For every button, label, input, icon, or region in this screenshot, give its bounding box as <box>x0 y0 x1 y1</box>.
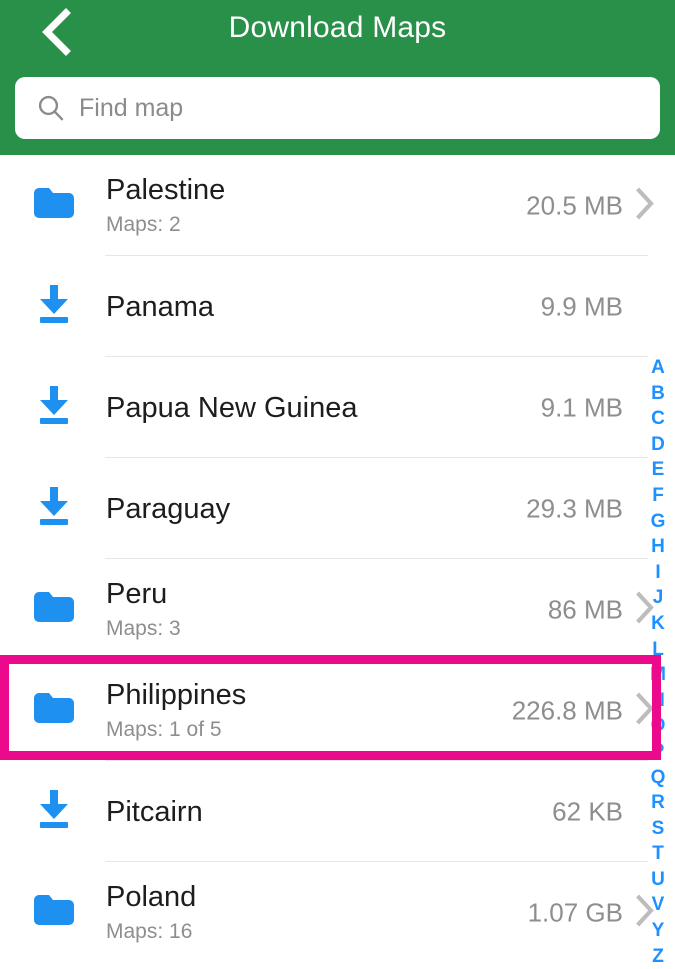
list-item[interactable]: Palestine Maps: 2 20.5 MB <box>0 155 675 256</box>
download-icon[interactable] <box>33 282 75 331</box>
list-item[interactable]: Papua New Guinea 9.1 MB <box>0 357 675 458</box>
list-item-title: Paraguay <box>106 492 231 525</box>
header-bar: Download Maps <box>0 0 675 62</box>
alphabet-index-letter[interactable]: N <box>643 688 673 714</box>
alphabet-index-letter[interactable]: U <box>643 867 673 893</box>
list-item-title: Peru <box>106 577 168 610</box>
list-item[interactable]: Peru Maps: 3 86 MB <box>0 559 675 660</box>
list-item-meta: 29.3 MB <box>526 493 657 524</box>
app-header: Download Maps <box>0 0 675 155</box>
alphabet-index-letter[interactable]: I <box>643 560 673 586</box>
alphabet-index-letter[interactable]: C <box>643 406 673 432</box>
alphabet-index-letter[interactable]: Z <box>643 944 673 969</box>
alphabet-index-letter[interactable]: E <box>643 457 673 483</box>
list-item-meta: 9.9 MB <box>541 291 657 322</box>
list-item-subtitle: Maps: 16 <box>106 919 193 943</box>
list-item-title: Philippines <box>106 678 247 711</box>
folder-icon <box>31 689 77 732</box>
list-item-subtitle: Maps: 2 <box>106 212 181 236</box>
alphabet-index-letter[interactable]: L <box>643 637 673 663</box>
list-item-meta: 226.8 MB <box>512 692 657 729</box>
folder-icon <box>31 588 77 631</box>
list-item-text: Papua New Guinea <box>106 390 358 424</box>
alphabet-index-letter[interactable]: M <box>643 662 673 688</box>
map-list[interactable]: Palestine Maps: 2 20.5 MB Panama 9.9 MB Papua… <box>0 155 675 969</box>
list-item-size: 1.07 GB <box>527 897 623 927</box>
list-item[interactable]: Panama 9.9 MB <box>0 256 675 357</box>
alphabet-index-letter[interactable]: O <box>643 713 673 739</box>
list-item-text: Peru Maps: 3 <box>106 577 181 643</box>
list-item-meta: 62 KB <box>552 796 657 827</box>
list-item-icon[interactable] <box>30 485 78 533</box>
list-item-text: Paraguay <box>106 491 230 525</box>
list-item[interactable]: Poland Maps: 16 1.07 GB <box>0 862 675 963</box>
download-icon[interactable] <box>33 383 75 432</box>
list-item-icon[interactable] <box>30 586 78 634</box>
list-item-size: 20.5 MB <box>526 190 623 220</box>
list-item-meta: 9.1 MB <box>541 392 657 423</box>
list-item-size: 29.3 MB <box>526 493 623 523</box>
list-item-subtitle: Maps: 1 of 5 <box>106 717 222 741</box>
list-item-icon[interactable] <box>30 283 78 331</box>
list-item-chevron[interactable] <box>633 187 657 224</box>
list-item-subtitle: Maps: 3 <box>106 616 181 640</box>
alphabet-index-letter[interactable]: J <box>643 585 673 611</box>
list-item-icon[interactable] <box>30 788 78 836</box>
download-icon[interactable] <box>33 787 75 836</box>
alphabet-index-letter[interactable]: Q <box>643 765 673 791</box>
alphabet-index-letter[interactable]: P <box>643 739 673 765</box>
alphabet-index-letter[interactable]: H <box>643 534 673 560</box>
alphabet-index-letter[interactable]: B <box>643 381 673 407</box>
folder-icon <box>31 891 77 934</box>
list-item-text: Pitcairn <box>106 794 203 828</box>
list-item-size: 226.8 MB <box>511 695 623 725</box>
list-item-title: Poland <box>106 880 197 913</box>
alphabet-index-letter[interactable]: T <box>643 841 673 867</box>
list-item-meta: 20.5 MB <box>526 187 657 224</box>
list-item-meta: 86 MB <box>548 591 657 628</box>
search-bar[interactable] <box>15 77 660 139</box>
list-item-title: Pitcairn <box>106 795 203 828</box>
list-item-meta: 1.07 GB <box>528 894 657 931</box>
list-item-icon[interactable] <box>30 182 78 230</box>
list-item-title: Panama <box>106 290 215 323</box>
list-item[interactable]: Pitcairn 62 KB <box>0 761 675 862</box>
download-icon[interactable] <box>33 484 75 533</box>
list-item-icon[interactable] <box>30 889 78 937</box>
page-title: Download Maps <box>228 11 447 44</box>
list-item-text: Poland Maps: 16 <box>106 880 196 946</box>
alphabet-index-letter[interactable]: G <box>643 509 673 535</box>
list-item-size: 86 MB <box>547 594 623 624</box>
list-item-text: Philippines Maps: 1 of 5 <box>106 678 246 744</box>
alphabet-index-letter[interactable]: F <box>643 483 673 509</box>
folder-icon <box>31 184 77 227</box>
list-item-size: 9.9 MB <box>540 291 623 321</box>
alphabet-index-letter[interactable]: V <box>643 892 673 918</box>
chevron-right-icon[interactable] <box>635 187 655 224</box>
list-item-icon[interactable] <box>30 687 78 735</box>
alphabet-index-letter[interactable]: Y <box>643 918 673 944</box>
list-item-title: Palestine <box>106 173 226 206</box>
list-item-text: Palestine Maps: 2 <box>106 173 225 239</box>
alphabet-index[interactable]: ABCDEFGHIJKLMNOPQRSTUVYZ <box>643 355 673 969</box>
alphabet-index-letter[interactable]: S <box>643 816 673 842</box>
alphabet-index-letter[interactable]: R <box>643 790 673 816</box>
list-item[interactable]: Philippines Maps: 1 of 5 226.8 MB <box>0 660 675 761</box>
alphabet-index-letter[interactable]: A <box>643 355 673 381</box>
search-icon <box>37 94 65 122</box>
download-maps-screen: Download Maps Palestine Maps: 2 20.5 MB Pan… <box>0 0 675 969</box>
list-item-icon[interactable] <box>30 384 78 432</box>
alphabet-index-letter[interactable]: K <box>643 611 673 637</box>
list-item[interactable]: Paraguay 29.3 MB <box>0 458 675 559</box>
list-item-size: 62 KB <box>552 796 623 826</box>
list-item-text: Panama <box>106 289 214 323</box>
search-input[interactable] <box>79 93 660 123</box>
list-item-title: Papua New Guinea <box>106 391 358 424</box>
alphabet-index-letter[interactable]: D <box>643 432 673 458</box>
list-item-size: 9.1 MB <box>540 392 623 422</box>
